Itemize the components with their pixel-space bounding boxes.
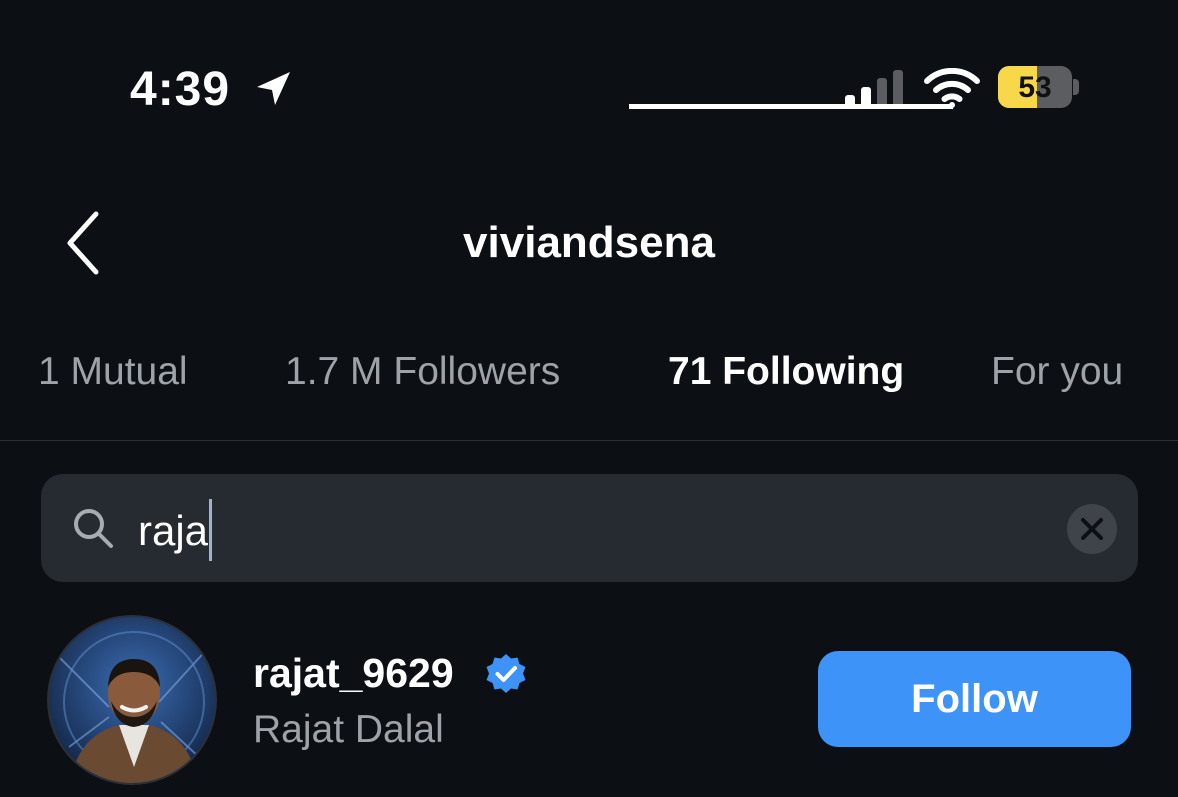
following-screen: 4:39 53 viviandsena 1 Mutual 1.7 M Follo… xyxy=(0,0,1178,797)
cellular-signal-icon xyxy=(845,70,903,108)
tab-followers[interactable]: 1.7 M Followers xyxy=(285,350,560,394)
clear-search-button[interactable] xyxy=(1067,504,1117,554)
wifi-icon xyxy=(924,68,980,108)
tab-for-you[interactable]: For you xyxy=(991,350,1123,394)
search-input[interactable]: raja xyxy=(41,474,1138,582)
tabs-divider xyxy=(0,440,1178,441)
text-caret xyxy=(209,499,213,561)
result-username[interactable]: rajat_9629 xyxy=(253,650,454,697)
follow-button[interactable]: Follow xyxy=(818,651,1131,747)
verified-badge-icon xyxy=(486,654,526,693)
battery-icon: 53 xyxy=(998,66,1079,108)
page-title: viviandsena xyxy=(463,218,715,267)
search-text[interactable]: raja xyxy=(138,499,213,565)
location-arrow-icon xyxy=(257,72,290,105)
tab-following[interactable]: 71 Following xyxy=(668,350,904,394)
result-full-name: Rajat Dalal xyxy=(253,708,444,751)
avatar[interactable] xyxy=(47,615,217,785)
status-bar: 4:39 53 xyxy=(0,0,1178,170)
search-query: raja xyxy=(138,507,209,555)
tab-mutual[interactable]: 1 Mutual xyxy=(38,350,188,394)
list-item[interactable]: rajat_9629 Rajat Dalal Follow xyxy=(0,610,1178,797)
active-tab-indicator xyxy=(629,104,953,109)
search-icon xyxy=(74,509,113,548)
profile-tabs: 1 Mutual 1.7 M Followers 71 Following Fo… xyxy=(0,330,1178,440)
clear-x-icon xyxy=(1081,518,1103,540)
status-time: 4:39 xyxy=(130,63,231,116)
battery-percent: 53 xyxy=(1018,71,1052,104)
